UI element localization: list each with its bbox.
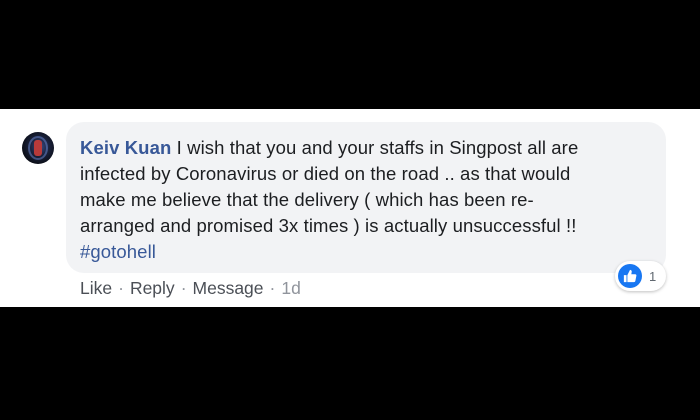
comment-bubble: Keiv Kuan I wish that you and your staff… (66, 122, 666, 273)
avatar-figure (34, 140, 42, 156)
top-black-band (0, 0, 700, 109)
thumbs-up-glyph (623, 269, 637, 283)
comment-text-line: arranged and promised 3x times ) is actu… (80, 215, 577, 236)
separator-dot: · (118, 278, 124, 298)
comment-author-name[interactable]: Keiv Kuan (80, 137, 171, 158)
reaction-count: 1 (649, 268, 657, 284)
comment-timestamp[interactable]: 1d (281, 278, 300, 299)
comment-text-line: I wish that you and your staffs in Singp… (176, 137, 579, 158)
comment-line-1: Keiv Kuan I wish that you and your staff… (80, 135, 652, 161)
comment-container: Keiv Kuan I wish that you and your staff… (0, 109, 700, 307)
message-button[interactable]: Message (193, 278, 264, 299)
separator-dot: · (269, 278, 276, 298)
reaction-count-badge[interactable]: 1 (615, 261, 667, 291)
user-avatar[interactable] (22, 132, 54, 164)
like-button[interactable]: Like (80, 278, 112, 299)
reply-button[interactable]: Reply (130, 278, 175, 299)
comment-text-line: infected by Coronavirus or died on the r… (80, 163, 571, 184)
like-thumbs-up-icon (618, 264, 642, 288)
bottom-black-band (0, 307, 700, 420)
hashtag-link[interactable]: #gotohell (80, 239, 652, 265)
comment-text-line: make me believe that the delivery ( whic… (80, 189, 534, 210)
separator-dot: · (180, 278, 187, 298)
comment-actions: Like · Reply · Message · 1d (80, 278, 301, 299)
